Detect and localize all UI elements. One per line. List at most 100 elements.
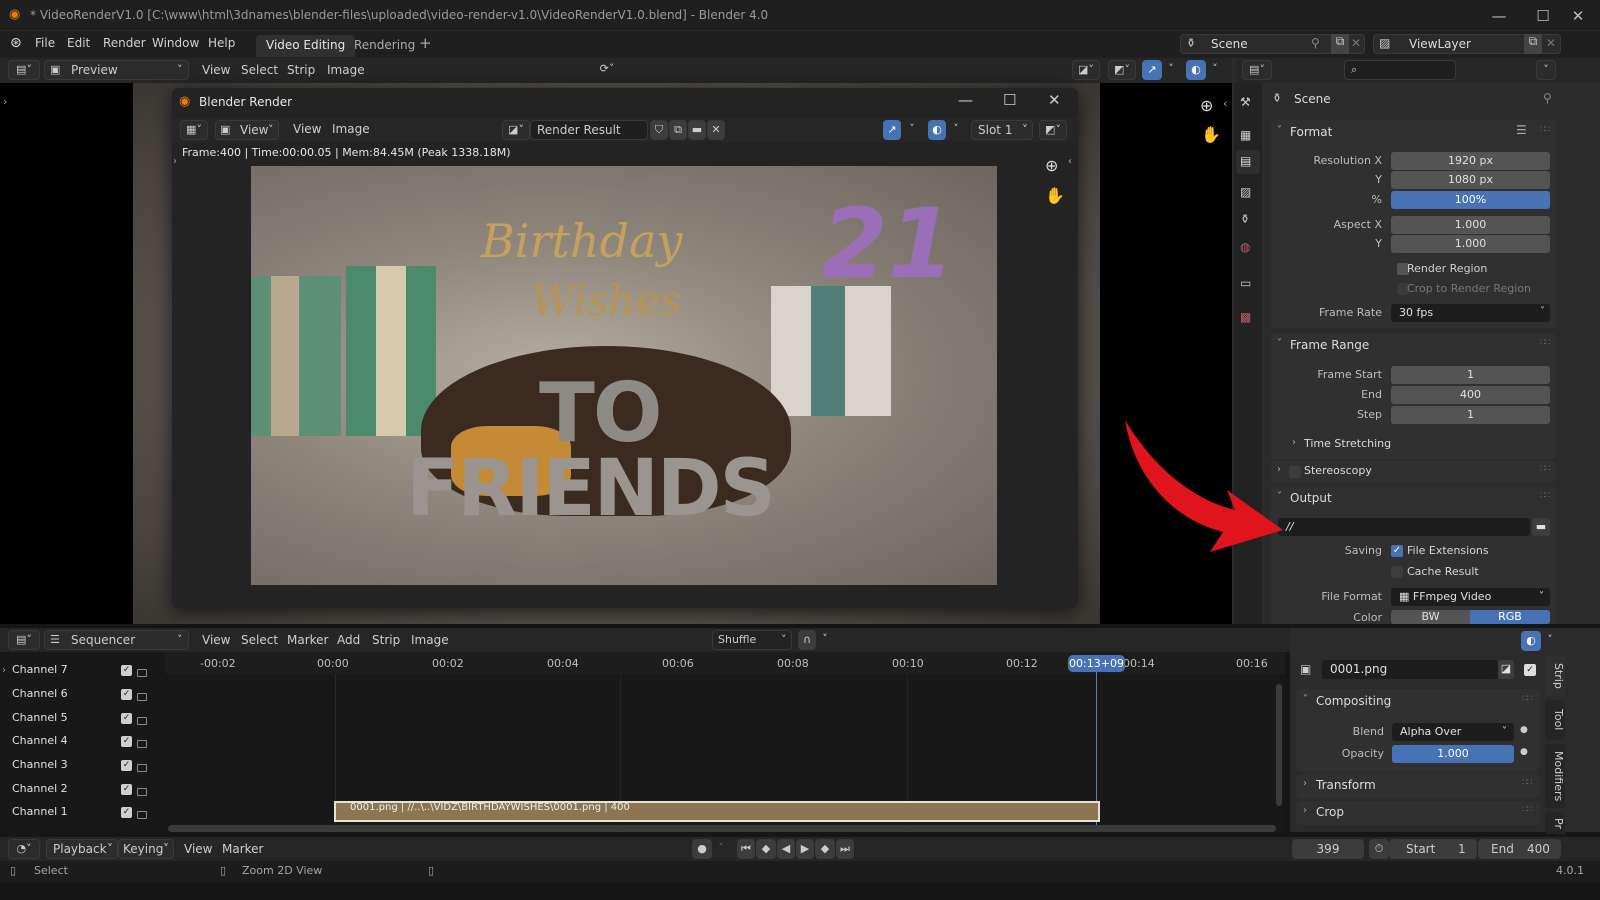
strip-name-field[interactable]: 0001.png — [1322, 660, 1498, 679]
channel-mute-checkbox[interactable]: ✓ — [121, 665, 132, 676]
render-view-dropdown[interactable]: ▣ View ˅ — [215, 120, 279, 140]
output-path-field[interactable]: // — [1278, 518, 1530, 536]
channel-display-icon[interactable]: ◩˅ — [1108, 60, 1136, 80]
channel-mute-checkbox[interactable]: ✓ — [121, 736, 132, 747]
lock-icon[interactable] — [137, 717, 147, 725]
new-view-layer-icon[interactable]: ⧉ — [1524, 34, 1542, 54]
gizmo-icon[interactable]: ↗ — [1142, 60, 1162, 80]
channel-mute-checkbox[interactable]: ✓ — [121, 713, 132, 724]
lock-icon[interactable] — [137, 764, 147, 772]
chevron-down-icon[interactable]: ˅ — [1303, 694, 1308, 705]
render-close-button[interactable]: ✕ — [1048, 91, 1061, 109]
render-zoom-icon[interactable]: ⊕ — [1045, 156, 1058, 175]
timeline-menu-view[interactable]: View — [184, 842, 212, 856]
crop-panel[interactable]: › Crop ∷∷ — [1296, 801, 1540, 825]
render-overlay-icon[interactable]: ◐ — [928, 120, 946, 140]
opacity-slider[interactable]: 1.000 — [1392, 745, 1514, 763]
resolution-x-field[interactable]: 1920 px — [1391, 152, 1550, 170]
start-frame-field[interactable]: Start 1 — [1389, 839, 1477, 859]
collection-tab-icon[interactable]: ▭ — [1240, 276, 1251, 290]
preview-menu-strip[interactable]: Strip — [287, 63, 315, 77]
aspect-x-field[interactable]: 1.000 — [1391, 216, 1550, 234]
drag-handle[interactable]: ∷∷ — [1540, 338, 1551, 348]
frame-range-title[interactable]: Frame Range — [1290, 338, 1369, 352]
world-tab-icon[interactable]: ◍ — [1240, 240, 1250, 254]
keyframe-dot-icon[interactable]: ● — [1520, 747, 1528, 757]
render-overlay-dropdown[interactable]: ˅ — [947, 120, 965, 140]
keying-menu[interactable]: Keying ˅ — [118, 839, 174, 859]
transform-panel[interactable]: › Transform ∷∷ — [1296, 774, 1540, 798]
frame-step-field[interactable]: 1 — [1391, 406, 1550, 424]
timeline-editor-type[interactable]: ◔˅ — [8, 839, 40, 859]
output-tab-icon[interactable]: ▤ — [1236, 150, 1260, 174]
drag-handle[interactable]: ∷∷ — [1540, 464, 1551, 474]
seq-overlay-dropdown[interactable]: ˅ — [1542, 631, 1558, 651]
blender-menu-icon[interactable]: ⊛ — [10, 35, 22, 51]
auto-keying-record-icon[interactable]: ● — [692, 839, 712, 859]
overlay-icon[interactable]: ◐ — [1186, 60, 1206, 80]
view-layer-tab-icon[interactable]: ▨ — [1240, 185, 1251, 199]
seq-menu-view[interactable]: View — [202, 633, 230, 647]
current-frame-field[interactable]: 399 — [1292, 839, 1364, 859]
scene-tab-icon[interactable]: ⚱ — [1240, 212, 1250, 226]
delete-view-layer-icon[interactable]: ✕ — [1546, 36, 1556, 50]
seq-menu-marker[interactable]: Marker — [287, 633, 328, 647]
toolbar-toggle-icon[interactable]: › — [3, 95, 7, 108]
sidebar-tab-tool[interactable]: Tool — [1545, 700, 1565, 740]
preview-menu-image[interactable]: Image — [327, 63, 365, 77]
expand-icon[interactable]: › — [2, 665, 6, 676]
menu-window[interactable]: Window — [152, 36, 199, 50]
workspace-tab-rendering[interactable]: Rendering — [344, 35, 425, 57]
lock-icon[interactable] — [137, 811, 147, 819]
seq-overlay-icon[interactable]: ◐ — [1521, 631, 1541, 651]
unlink-image-icon[interactable]: ✕ — [707, 120, 725, 140]
color-bw-option[interactable]: BW — [1391, 610, 1470, 624]
lock-icon[interactable] — [137, 740, 147, 748]
file-format-dropdown[interactable]: ▦ FFmpeg Video ˅ — [1391, 588, 1550, 606]
drag-handle[interactable]: ∷∷ — [1522, 694, 1533, 704]
sidebar-toggle-icon[interactable]: ‹ — [1068, 156, 1072, 167]
sidebar-tab-strip[interactable]: Strip — [1545, 656, 1565, 696]
next-keyframe-icon[interactable]: ◆ — [815, 839, 835, 859]
new-image-icon[interactable]: ⧉ — [669, 120, 687, 140]
playhead-time[interactable]: 00:13+09 — [1068, 655, 1125, 672]
delete-scene-icon[interactable]: ✕ — [1351, 36, 1361, 50]
file-extensions-checkbox[interactable]: ✓ — [1391, 545, 1403, 557]
playback-menu[interactable]: Playback ˅ — [46, 839, 118, 859]
channel-label[interactable]: Channel 6 — [12, 687, 68, 700]
browse-folder-icon[interactable]: ▬ — [1532, 518, 1550, 536]
render-editor-type-button[interactable]: ▦˅ — [180, 120, 208, 140]
channel-label[interactable]: Channel 1 — [12, 805, 68, 818]
drag-handle[interactable]: ∷∷ — [1522, 778, 1533, 788]
menu-file[interactable]: File — [35, 36, 55, 50]
chevron-down-icon[interactable]: ˅ — [1277, 338, 1282, 349]
time-stretching-subpanel[interactable]: Time Stretching — [1304, 437, 1391, 450]
strip-enabled-checkbox[interactable]: ✓ — [1524, 664, 1536, 676]
presets-icon[interactable]: ☰ — [1516, 123, 1527, 137]
new-scene-icon[interactable]: ⧉ — [1331, 34, 1349, 54]
minimize-button[interactable]: — — [1477, 4, 1521, 28]
sequencer-view-type-dropdown[interactable]: ☰ Sequencer ˅ — [44, 630, 189, 650]
menu-edit[interactable]: Edit — [67, 36, 90, 50]
drag-handle[interactable]: ∷∷ — [1540, 125, 1551, 135]
pivot-icon[interactable]: ⟳˅ — [592, 60, 622, 80]
snap-dropdown[interactable]: ˅ — [818, 630, 832, 650]
resolution-percent-slider[interactable]: 100% — [1391, 191, 1550, 209]
auto-keying-dropdown[interactable]: ˅ — [713, 839, 729, 859]
render-menu-image[interactable]: Image — [332, 122, 370, 136]
channel-mute-checkbox[interactable]: ✓ — [121, 807, 132, 818]
render-menu-view[interactable]: View — [293, 122, 321, 136]
blend-mode-dropdown[interactable]: Alpha Over ˅ — [1392, 723, 1514, 741]
vertical-scrollbar[interactable] — [1276, 684, 1282, 806]
render-pan-icon[interactable]: ✋ — [1045, 186, 1065, 205]
resolution-y-field[interactable]: 1080 px — [1391, 171, 1550, 189]
render-maximize-button[interactable]: ☐ — [1003, 91, 1016, 109]
channel-mute-checkbox[interactable]: ✓ — [121, 784, 132, 795]
channel-mute-checkbox[interactable]: ✓ — [121, 760, 132, 771]
channel-label[interactable]: Channel 3 — [12, 758, 68, 771]
add-workspace-button[interactable]: + — [419, 34, 432, 52]
strip-color-tag-icon[interactable]: ◪ — [1498, 660, 1514, 679]
cache-result-checkbox[interactable] — [1391, 566, 1403, 578]
horizontal-scrollbar[interactable] — [168, 825, 1276, 832]
drag-handle[interactable]: ∷∷ — [1540, 491, 1551, 501]
